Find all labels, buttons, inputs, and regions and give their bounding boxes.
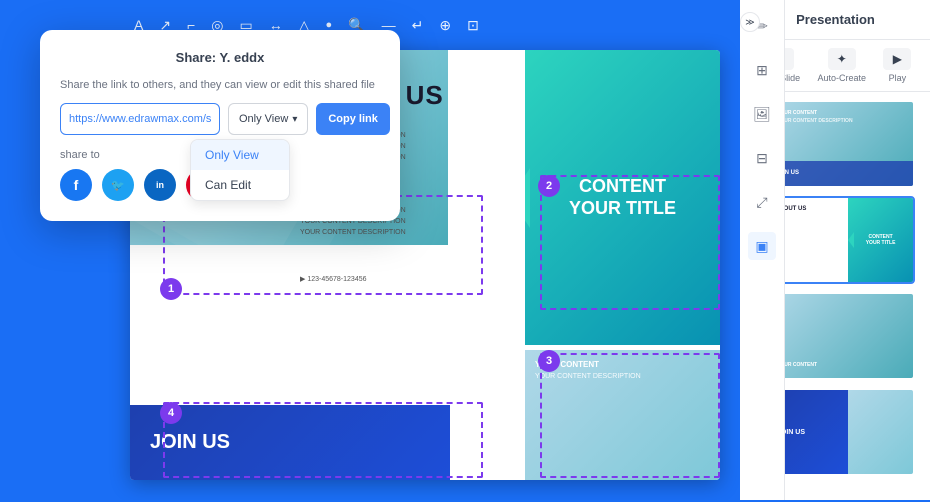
- join-us-text: JOIN US: [150, 431, 230, 454]
- thumb-bg-3: YOUR CONTENT: [769, 294, 913, 378]
- thumb-arrow-2: [848, 232, 854, 248]
- dropdown-menu: Only View Can Edit: [190, 139, 290, 201]
- bottom-right-desc: YOUR CONTENT DESCRIPTION: [535, 373, 710, 380]
- play-label: Play: [889, 73, 907, 83]
- sidebar-expand-icon[interactable]: ⤢: [748, 188, 776, 216]
- phone-line: ▶ 123-45678-123456: [300, 275, 367, 283]
- toolbar-frame-icon[interactable]: ⊡: [463, 15, 483, 36]
- auto-create-button[interactable]: ✦ Auto-Create: [818, 48, 867, 83]
- thumb-bg-4: JOIN US: [769, 390, 913, 474]
- auto-create-icon: ✦: [828, 48, 856, 70]
- right-panel-title: CONTENT YOUR TITLE: [569, 176, 676, 219]
- badge-3: 3: [538, 350, 560, 372]
- view-mode-dropdown[interactable]: Only View: [228, 103, 308, 135]
- badge-4: 4: [160, 402, 182, 424]
- auto-create-label: Auto-Create: [818, 73, 867, 83]
- linkedin-icon[interactable]: in: [144, 169, 176, 201]
- slide-thumb-4[interactable]: JOIN US: [767, 388, 915, 476]
- twitter-icon[interactable]: 🐦: [102, 169, 134, 201]
- thumb-content-desc-1: YOUR CONTENT DESCRIPTION: [777, 118, 853, 124]
- link-input[interactable]: [60, 103, 220, 135]
- dropdown-label: Only View: [239, 113, 288, 125]
- panel-arrow: [525, 168, 530, 228]
- icon-sidebar: ✏ ⊞ 🖼 ⊟ ⤢ ▣: [740, 0, 785, 500]
- badge-2: 2: [538, 175, 560, 197]
- thumb-right-4: [848, 390, 913, 474]
- thumb-bg-2: ABOUT US CONTENTYOUR TITLE: [769, 198, 913, 282]
- slide-right-panel: CONTENT YOUR TITLE: [525, 50, 720, 345]
- dialog-subtitle: Share the link to others, and they can v…: [60, 79, 380, 91]
- sidebar-image-icon[interactable]: 🖼: [748, 100, 776, 128]
- collapse-button[interactable]: ≫: [740, 12, 760, 32]
- slide-thumb-1[interactable]: YOUR CONTENT YOUR CONTENT DESCRIPTION JO…: [767, 100, 915, 188]
- chevron-down-icon: [292, 113, 297, 125]
- bottom-right-label: YOUR CONTENT: [535, 360, 710, 369]
- share-dialog: Share: Y. eddx Share the link to others,…: [40, 30, 400, 221]
- sidebar-present-icon[interactable]: ▣: [748, 232, 776, 260]
- slide-thumb-3[interactable]: YOUR CONTENT: [767, 292, 915, 380]
- badge-1: 1: [160, 278, 182, 300]
- toolbar-redo-icon[interactable]: ↵: [408, 15, 428, 36]
- sidebar-grid-icon[interactable]: ⊟: [748, 144, 776, 172]
- play-icon: ▶: [883, 48, 911, 70]
- thumb-content-title-2: CONTENTYOUR TITLE: [866, 234, 896, 246]
- link-row: Only View Copy link Only View Can Edit: [60, 103, 380, 135]
- right-panel-title: Presentation: [796, 12, 875, 27]
- dialog-title: Share: Y. eddx: [60, 50, 380, 65]
- slide-thumb-2[interactable]: ABOUT US CONTENTYOUR TITLE: [767, 196, 915, 284]
- copy-link-button[interactable]: Copy link: [316, 103, 390, 135]
- facebook-icon[interactable]: f: [60, 169, 92, 201]
- thumb-right-2: CONTENTYOUR TITLE: [848, 198, 913, 282]
- play-button[interactable]: ▶ Play: [883, 48, 911, 83]
- thumb-bg-1: YOUR CONTENT YOUR CONTENT DESCRIPTION JO…: [769, 102, 913, 186]
- option-only-view[interactable]: Only View: [191, 140, 289, 170]
- sidebar-layout-icon[interactable]: ⊞: [748, 56, 776, 84]
- option-can-edit[interactable]: Can Edit: [191, 170, 289, 200]
- toolbar-plus-icon[interactable]: ⊕: [435, 15, 455, 36]
